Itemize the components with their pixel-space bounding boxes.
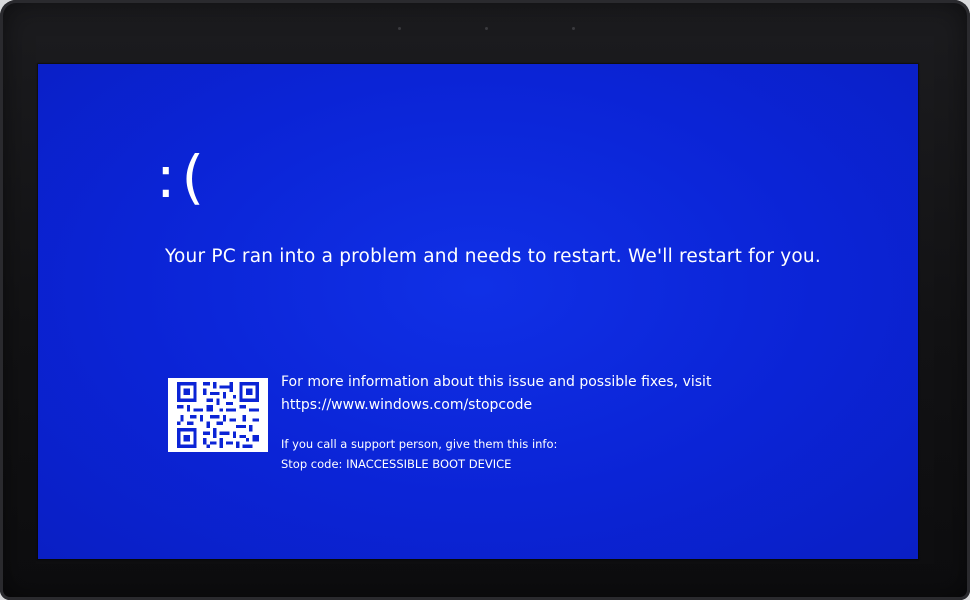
- stop-code: Stop code: INACCESSIBLE BOOT DEVICE: [281, 457, 512, 471]
- info-block: For more information about this issue an…: [281, 371, 881, 474]
- info-text: For more information about this issue an…: [281, 374, 712, 390]
- webcam-icon: [485, 27, 488, 30]
- qr-code-icon: [168, 378, 268, 452]
- laptop-bezel: :( Your PC ran into a problem and needs …: [0, 0, 970, 600]
- support-text: If you call a support person, give them …: [281, 437, 558, 451]
- sad-face-emoticon: :(: [156, 143, 211, 211]
- error-headline: Your PC ran into a problem and needs to …: [165, 246, 821, 267]
- sensor-dot-left: [398, 27, 401, 30]
- sensor-dot-right: [572, 27, 575, 30]
- blue-screen-display: :( Your PC ran into a problem and needs …: [38, 64, 918, 559]
- stopcode-url: https://www.windows.com/stopcode: [281, 397, 533, 413]
